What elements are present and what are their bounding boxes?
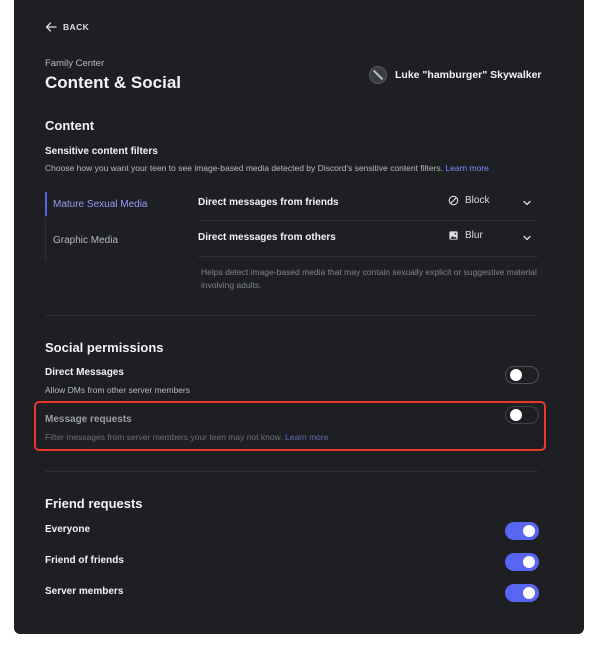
others-filter-select[interactable]: Blur [448, 230, 483, 241]
helper-text: Helps detect image-based media that may … [201, 267, 537, 290]
avatar [369, 66, 387, 84]
back-button[interactable]: BACK [45, 21, 89, 33]
tab-mature-sexual-media[interactable]: Mature Sexual Media [53, 199, 148, 210]
section-divider [45, 315, 538, 316]
chevron-down-icon[interactable] [522, 198, 532, 208]
filters-description-text: Choose how you want your teen to see ima… [45, 163, 444, 173]
lightsaber-icon [373, 70, 384, 80]
server-members-toggle[interactable] [505, 584, 539, 602]
message-requests-description-text: Filter messages from server members your… [45, 432, 283, 442]
toggle-knob [523, 525, 535, 537]
friend-requests-heading: Friend requests [45, 496, 143, 511]
others-filter-value: Blur [465, 230, 483, 241]
user-badge: Luke "hamburger" Skywalker [369, 66, 542, 84]
toggle-knob [523, 556, 535, 568]
message-requests-toggle[interactable] [505, 406, 539, 424]
filters-title: Sensitive content filters [45, 146, 158, 157]
back-label: BACK [63, 22, 90, 32]
row-label-friends: Direct messages from friends [198, 197, 339, 208]
arrow-left-icon [45, 22, 57, 32]
friends-of-friends-toggle[interactable] [505, 553, 539, 571]
page-title: Content & Social [45, 73, 182, 92]
user-name: Luke "hamburger" Skywalker [395, 69, 542, 81]
filters-description: Choose how you want your teen to see ima… [45, 163, 489, 173]
row-divider [198, 256, 538, 257]
breadcrumb: Family Center [45, 58, 105, 69]
content-heading: Content [45, 118, 95, 133]
friends-filter-value: Block [465, 195, 490, 206]
message-requests-learn-more-link[interactable]: Learn more [285, 432, 328, 442]
message-requests-description: Filter messages from server members your… [45, 432, 328, 442]
everyone-toggle[interactable] [505, 522, 539, 540]
friend-request-label-friends-of-friends: Friend of friends [45, 555, 124, 566]
settings-panel: BACK Family Center Content & Social Luke… [14, 0, 584, 634]
message-requests-title: Message requests [45, 414, 132, 425]
friend-request-label-server-members: Server members [45, 586, 124, 597]
direct-messages-toggle[interactable] [505, 366, 539, 384]
active-tab-indicator [45, 192, 47, 216]
highlight-box [34, 401, 546, 451]
direct-messages-description: Allow DMs from other server members [45, 385, 191, 395]
direct-messages-title: Direct Messages [45, 367, 124, 378]
block-icon [448, 195, 459, 206]
social-heading: Social permissions [45, 340, 164, 355]
row-label-others: Direct messages from others [198, 232, 336, 243]
tab-divider [45, 218, 46, 260]
toggle-knob [510, 369, 522, 381]
toggle-knob [523, 587, 535, 599]
section-divider [45, 471, 538, 472]
tab-graphic-media[interactable]: Graphic Media [53, 235, 118, 246]
friends-filter-select[interactable]: Block [448, 195, 489, 206]
filters-learn-more-link[interactable]: Learn more [445, 163, 488, 173]
toggle-knob [510, 409, 522, 421]
friend-request-label-everyone: Everyone [45, 524, 91, 535]
image-icon [449, 231, 458, 240]
row-divider [198, 220, 538, 221]
chevron-down-icon[interactable] [522, 233, 532, 243]
